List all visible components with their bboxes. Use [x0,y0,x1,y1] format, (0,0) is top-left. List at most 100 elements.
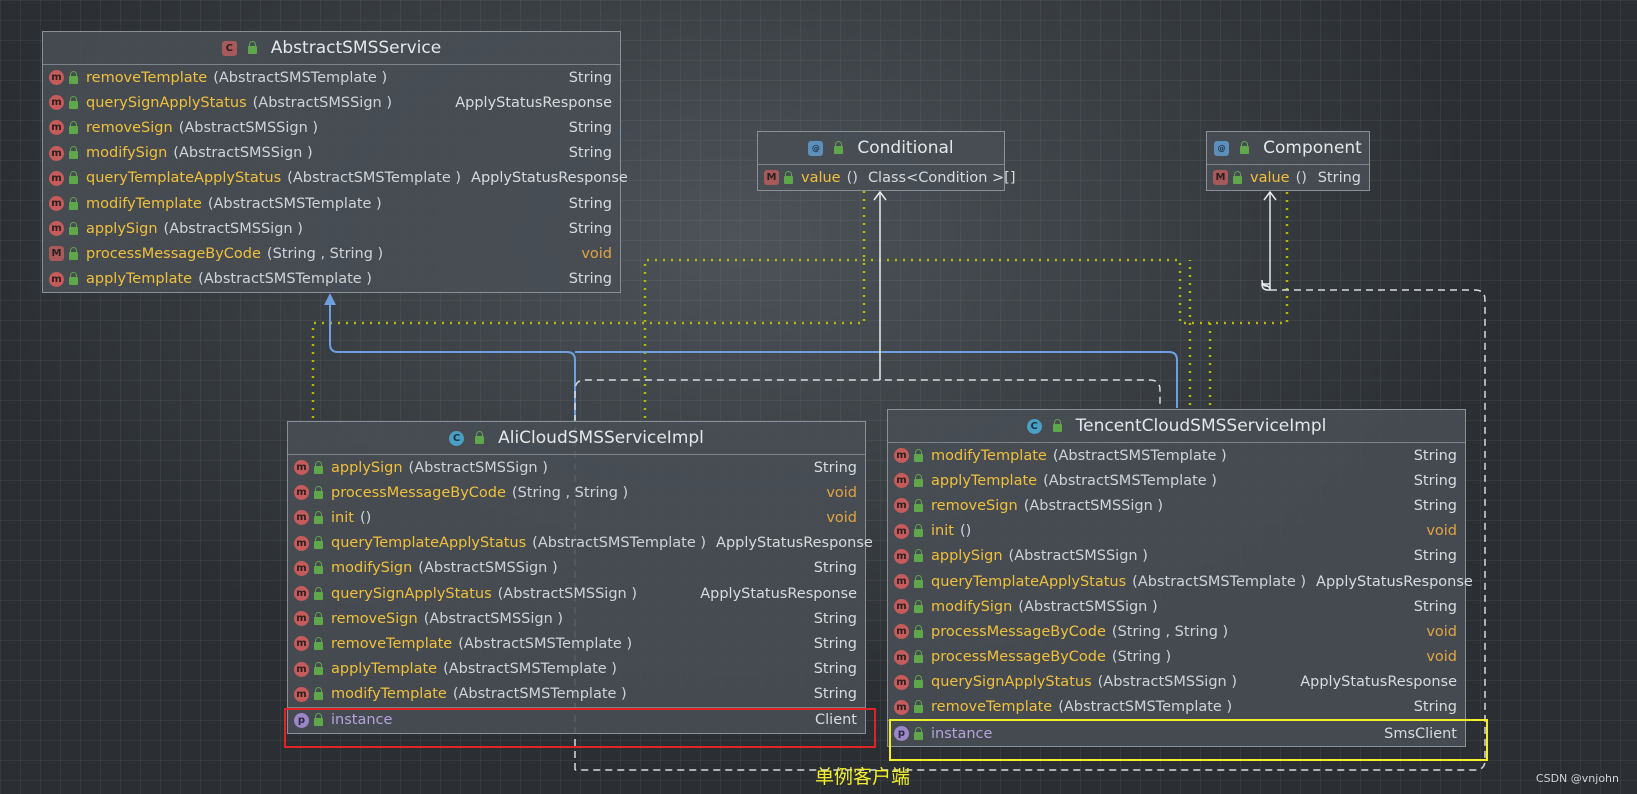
highlight-ali-instance [284,708,876,748]
method-return-type: String [568,195,612,212]
method-params: (AbstractSMSSign ) [178,119,319,136]
method-row[interactable]: m applySign (AbstractSMSSign ) String [43,216,620,241]
method-icon: M [1213,170,1228,186]
method-row[interactable]: m queryTemplateApplyStatus (AbstractSMSTem… [288,531,873,556]
method-icon: m [894,548,909,564]
method-row[interactable]: m removeSign (AbstractSMSSign ) String [288,606,865,631]
method-row[interactable]: m modifyTemplate (AbstractSMSTemplate ) Str… [888,443,1465,468]
method-name: queryTemplateApplyStatus [86,170,282,187]
method-params: (String ) [1111,649,1172,666]
class-abstract-sms-service[interactable]: C AbstractSMSService m removeTemplate (Abs… [42,31,628,293]
method-return-type: String [1413,598,1457,615]
method-params: (AbstractSMSSign ) [1097,674,1237,691]
method-icon: m [49,170,64,186]
method-row[interactable]: m processMessageByCode (String ) void [888,645,1465,670]
class-name: Conditional [857,138,954,158]
method-icon: m [294,661,309,677]
method-row[interactable]: MprocessMessageByCode (String , String ) v… [43,241,620,266]
public-lock-icon [69,171,78,185]
public-lock-icon [69,120,78,134]
public-lock-icon [914,574,923,588]
public-lock-icon [69,221,78,235]
class-tencent-cloud-sms-service-impl[interactable]: C TencentCloudSMSServiceImpl m modifyTemp… [887,409,1473,748]
method-icon: m [294,510,309,526]
method-row[interactable]: m removeTemplate (AbstractSMSTemplate ) Str… [888,695,1465,720]
method-row[interactable]: m applyTemplate (AbstractSMSTemplate ) Stri… [288,657,865,682]
method-icon: m [49,70,64,86]
public-lock-icon [914,473,923,487]
public-lock-icon [314,510,323,524]
method-return-type: String [1413,548,1457,565]
method-row[interactable]: m modifySign (AbstractSMSSign ) String [288,556,865,581]
public-lock-icon [69,246,78,260]
class-header: @ Conditional [758,132,1004,165]
method-row[interactable]: m queryTemplateApplyStatus (AbstractSMSTem… [888,569,1473,594]
method-name: applySign [331,459,403,476]
class-name: Component [1263,138,1362,158]
method-name: removeTemplate [331,635,453,652]
method-icon: m [49,196,64,212]
method-row[interactable]: Mvalue () Class<Condition >[] [758,165,1016,190]
method-name: applySign [86,220,158,237]
annotation-conditional[interactable]: @ Conditional Mvalue () Class<Condition >[… [757,131,1016,192]
method-row[interactable]: m processMessageByCode (String , String ) v… [888,619,1465,644]
method-row[interactable]: m queryTemplateApplyStatus (AbstractSMSTem… [43,166,628,191]
annotation-component[interactable]: @ Component Mvalue () String [1206,131,1370,192]
method-row[interactable]: m querySignApplyStatus (AbstractSMSSign ) A… [43,90,620,115]
method-return-type: String [1317,169,1361,186]
method-params: (AbstractSMSSign ) [163,220,303,237]
method-name: processMessageByCode [86,245,261,262]
method-name: modifyTemplate [931,447,1047,464]
method-row[interactable]: m init () void [288,505,865,530]
method-name: removeSign [86,119,173,136]
public-lock-icon [1240,141,1250,154]
method-return-type: Class<Condition >[] [867,169,1016,186]
class-header: C TencentCloudSMSServiceImpl [888,410,1465,443]
method-icon: m [894,599,909,615]
method-row[interactable]: m applySign (AbstractSMSSign ) String [888,544,1465,569]
method-row[interactable]: m removeSign (AbstractSMSSign ) String [888,493,1465,518]
class-ali-cloud-sms-service-impl[interactable]: C AliCloudSMSServiceImpl m applySign (Abst… [287,421,873,735]
public-lock-icon [914,599,923,613]
method-row[interactable]: m modifySign (AbstractSMSSign ) String [43,141,620,166]
public-lock-icon [69,272,78,286]
method-row[interactable]: m modifyTemplate (AbstractSMSTemplate ) Str… [43,191,620,216]
method-icon: m [49,95,64,111]
method-icon: m [49,221,64,237]
method-return-type: void [1426,623,1457,640]
method-name: modifySign [931,598,1013,615]
public-lock-icon [914,448,923,462]
method-icon: m [49,145,64,161]
method-row[interactable]: m modifyTemplate (AbstractSMSTemplate ) Str… [288,682,865,707]
method-row[interactable]: m init () void [888,519,1465,544]
method-list: Mvalue () String [1207,165,1369,190]
method-row[interactable]: m applySign (AbstractSMSSign ) String [288,455,865,480]
method-row[interactable]: m processMessageByCode (String , String ) v… [288,480,865,505]
method-return-type: String [1413,699,1457,716]
method-return-type: ApplyStatusResponse [700,585,857,602]
method-icon: m [894,624,909,640]
public-lock-icon [314,485,323,499]
method-row[interactable]: m removeSign (AbstractSMSSign ) String [43,115,620,140]
method-row[interactable]: m applyTemplate (AbstractSMSTemplate ) Stri… [43,267,620,292]
method-row[interactable]: Mvalue () String [1207,165,1369,190]
method-return-type: String [813,459,857,476]
public-lock-icon [314,636,323,650]
method-row[interactable]: m modifySign (AbstractSMSSign ) String [888,594,1465,619]
method-params: (AbstractSMSSign ) [173,145,313,162]
method-params: (String , String ) [1111,623,1229,640]
method-params: (AbstractSMSSign ) [1018,598,1158,615]
public-lock-icon [914,624,923,638]
public-lock-icon [784,170,793,184]
method-row[interactable]: m querySignApplyStatus (AbstractSMSSign ) A… [888,670,1465,695]
method-name: removeSign [331,610,418,627]
method-params: (AbstractSMSTemplate ) [287,170,462,187]
method-row[interactable]: m removeTemplate (AbstractSMSTemplate ) Str… [288,631,865,656]
method-row[interactable]: m removeTemplate (AbstractSMSTemplate ) Str… [43,65,620,90]
method-return-type: ApplyStatusResponse [1316,573,1473,590]
method-return-type: void [581,245,612,262]
method-row[interactable]: m applyTemplate (AbstractSMSTemplate ) Stri… [888,468,1465,493]
method-row[interactable]: m querySignApplyStatus (AbstractSMSSign ) A… [288,581,865,606]
public-lock-icon [914,700,923,714]
public-lock-icon [914,498,923,512]
